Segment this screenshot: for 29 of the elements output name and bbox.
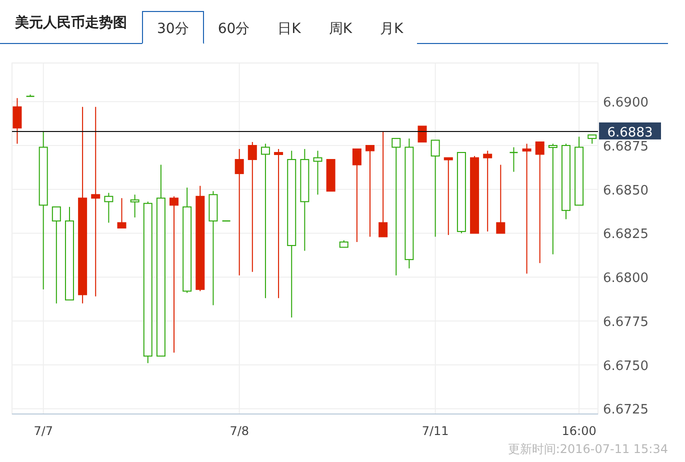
candle <box>104 192 114 224</box>
candle <box>313 150 322 196</box>
x-axis-label: 7/8 <box>230 424 249 438</box>
update-time: 更新时间:2016-07-11 15:34 <box>508 441 668 458</box>
y-axis-label: 6.6850 <box>603 183 648 198</box>
y-axis-label: 6.6725 <box>603 402 648 418</box>
y-axis-label: 6.6800 <box>603 271 648 286</box>
x-axis-label: 7/7 <box>34 424 54 438</box>
y-axis-label: 6.6825 <box>603 227 648 242</box>
y-axis-label: 6.6775 <box>603 314 648 330</box>
x-axis-label: 7/11 <box>422 424 449 438</box>
candle <box>117 198 126 228</box>
y-axis-label: 6.6750 <box>603 358 648 374</box>
x-axis-label: 16:00 <box>562 424 596 438</box>
price-tag: 6.6883 <box>599 122 661 140</box>
candle <box>418 126 427 142</box>
candle <box>326 159 336 192</box>
y-axis-label: 6.6900 <box>603 96 648 111</box>
period-tab[interactable]: 30分 <box>142 11 204 44</box>
ref-line-label: 6.6883 <box>607 125 653 140</box>
candle <box>496 164 506 234</box>
candle <box>130 194 140 218</box>
candle <box>510 146 518 172</box>
chart-title: 美元人民币走势图 <box>14 14 128 33</box>
candle <box>26 94 34 97</box>
candle <box>339 240 348 248</box>
candle <box>574 136 584 206</box>
candle <box>12 98 22 144</box>
y-axis-label: 6.6875 <box>603 139 648 154</box>
